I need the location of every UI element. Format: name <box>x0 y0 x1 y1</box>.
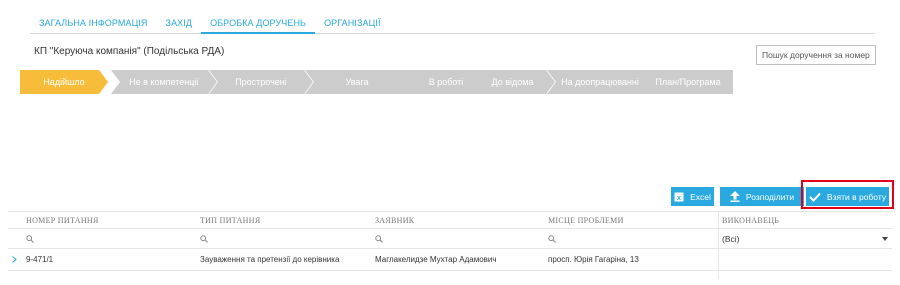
status-for-information[interactable]: До відома <box>470 70 555 94</box>
upload-arrow-icon <box>729 191 740 202</box>
tab-general-info[interactable]: ЗАГАЛЬНА ІНФОРМАЦІЯ <box>30 12 157 34</box>
assignment-search-input[interactable] <box>756 45 876 65</box>
tab-event[interactable]: ЗАХІД <box>157 12 202 34</box>
executor-filter-select[interactable]: (Всі) <box>722 229 892 248</box>
search-icon <box>375 234 383 243</box>
cell-executor <box>722 249 892 270</box>
status-not-in-competence[interactable]: Не в компетенції <box>111 70 217 94</box>
tab-assignment-processing[interactable]: ОБРОБКА ДОРУЧЕНЬ <box>201 12 316 34</box>
chevron-right-icon[interactable] <box>12 249 17 270</box>
search-icon <box>200 234 208 243</box>
cell-number: 9-471/1 <box>26 255 54 264</box>
excel-export-button[interactable]: x Excel <box>671 187 714 206</box>
take-to-work-button[interactable]: Взяти в роботу <box>806 187 889 206</box>
caret-down-icon <box>882 236 888 241</box>
type-filter[interactable] <box>200 229 370 248</box>
applicant-filter[interactable] <box>375 229 545 248</box>
take-to-work-button-label: Взяти в роботу <box>826 191 887 202</box>
tab-organizations[interactable]: ОРГАНІЗАЦІЇ <box>315 12 389 34</box>
top-tabs: ЗАГАЛЬНА ІНФОРМАЦІЯ ЗАХІД ОБРОБКА ДОРУЧЕ… <box>30 12 875 34</box>
status-received[interactable]: Надійшло <box>20 70 108 94</box>
search-icon <box>26 234 34 243</box>
search-icon <box>548 234 556 243</box>
status-attention[interactable]: Увага <box>305 70 409 94</box>
cell-applicant: Маглакелидзе Мухтар Адамович <box>375 255 497 264</box>
table-row[interactable]: 9-471/1 Зауваження та претензії до керів… <box>8 249 892 271</box>
status-on-revision[interactable]: На доопрацюванні <box>547 70 653 94</box>
cell-location: просп. Юрія Гагаріна, 13 <box>548 255 639 264</box>
executor-column-divider <box>718 211 719 279</box>
excel-button-label: Excel <box>690 191 711 202</box>
column-header-location[interactable]: МІСЦЕ ПРОБЛЕМИ <box>548 212 718 228</box>
column-header-number[interactable]: НОМЕР ПИТАННЯ <box>26 212 196 228</box>
table-filter-row: (Всі) <box>8 229 892 249</box>
check-icon <box>809 192 821 202</box>
excel-icon: x <box>674 192 684 202</box>
cell-type: Зауваження та претензії до керівника <box>200 255 340 264</box>
distribute-button-label: Розподілити <box>745 191 795 202</box>
distribute-button[interactable]: Розподілити <box>720 187 804 206</box>
location-filter[interactable] <box>548 229 718 248</box>
column-header-executor[interactable]: ВИКОНАВЕЦЬ <box>722 212 892 228</box>
status-overdue[interactable]: Прострочені <box>209 70 313 94</box>
column-header-applicant[interactable]: ЗАЯВНИК <box>375 212 545 228</box>
organization-title: КП "Керуюча компанія" (Подільська РДА) <box>34 46 225 57</box>
number-filter[interactable] <box>26 229 196 248</box>
status-plan-program[interactable]: План/Програма <box>643 70 733 94</box>
column-header-type[interactable]: ТИП ПИТАННЯ <box>200 212 370 228</box>
executor-filter-value: (Всі) <box>722 233 740 244</box>
table-header-row: НОМЕР ПИТАННЯ ТИП ПИТАННЯ ЗАЯВНИК МІСЦЕ … <box>8 211 892 229</box>
